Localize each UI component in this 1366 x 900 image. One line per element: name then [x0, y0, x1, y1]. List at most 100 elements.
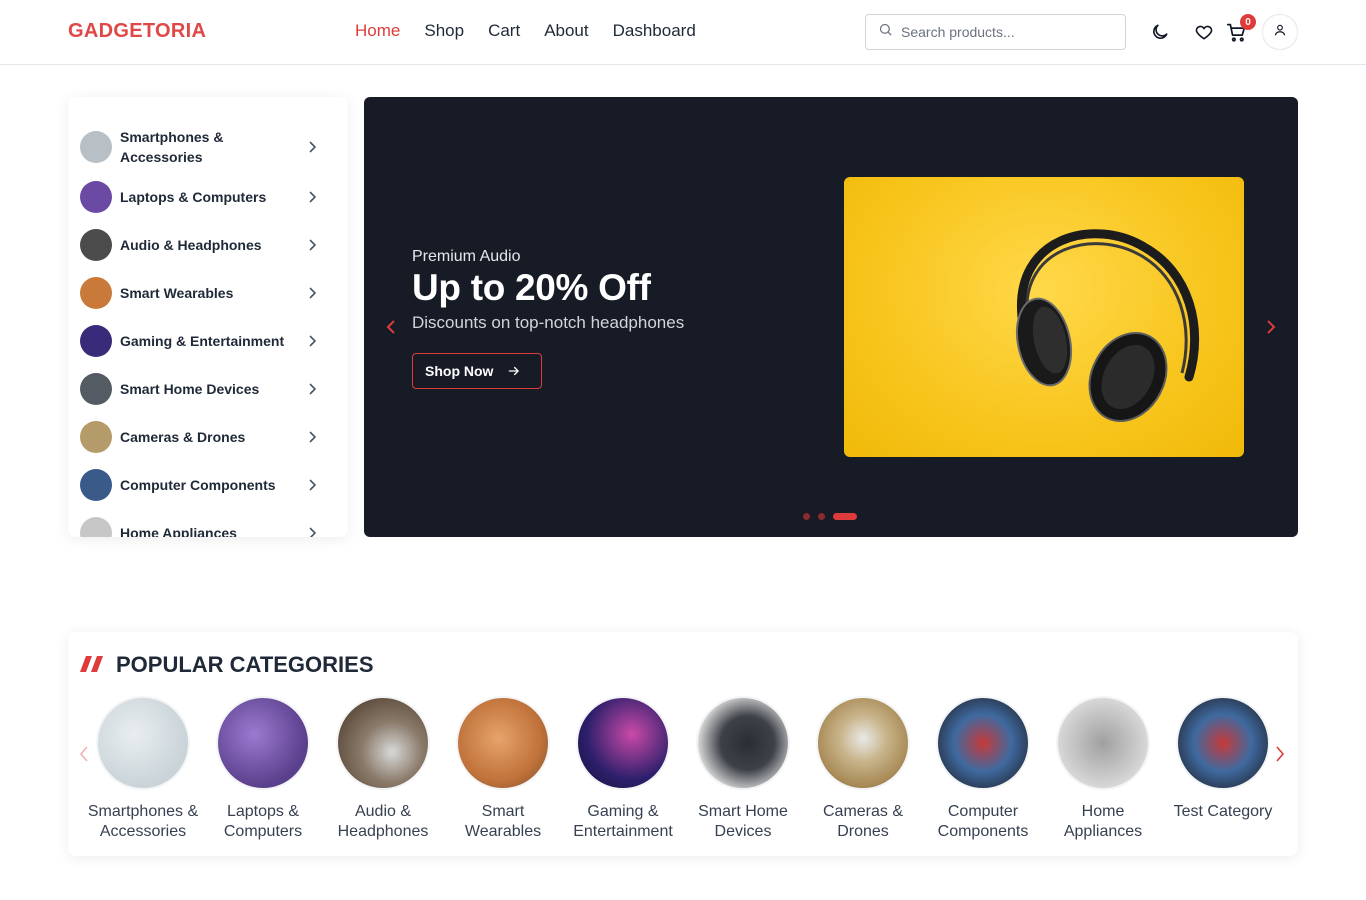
cart-count-badge: 0 — [1240, 14, 1256, 30]
user-account-button[interactable] — [1262, 14, 1298, 50]
arrow-right-icon — [509, 366, 520, 376]
double-slash-icon — [80, 656, 103, 672]
category-thumbnail — [80, 469, 112, 501]
sidebar-item-label: Smartphones & Accessories — [120, 129, 224, 165]
chevron-right-icon — [309, 239, 317, 251]
category-image — [1056, 696, 1150, 790]
category-image — [456, 696, 550, 790]
category-label: Computer Components — [937, 803, 1029, 840]
headphones-image — [844, 177, 1244, 457]
sidebar-item-label: Computer Components — [120, 477, 276, 493]
category-card[interactable]: Smartphones & Accessories — [83, 696, 203, 842]
category-image — [936, 696, 1030, 790]
search-icon — [878, 22, 893, 42]
search-box — [865, 14, 1126, 50]
sidebar-item-label: Cameras & Drones — [120, 429, 246, 445]
category-card[interactable]: Gaming & Entertainment — [563, 696, 683, 842]
previous-slide-button[interactable] — [384, 317, 398, 337]
search-input[interactable] — [901, 24, 1111, 40]
banner-headline: Up to 20% Off — [412, 267, 651, 308]
site-logo[interactable]: GADGETORIA — [68, 20, 206, 43]
sidebar-item-home-appliances[interactable]: Home Appliances — [80, 517, 336, 537]
chevron-right-icon — [309, 335, 317, 347]
category-label: Home Appliances — [1063, 803, 1143, 840]
sidebar-item-gaming[interactable]: Gaming & Entertainment — [80, 325, 336, 357]
category-label: Smart Wearables — [464, 803, 542, 840]
category-image — [96, 696, 190, 790]
sidebar-item-cameras[interactable]: Cameras & Drones — [80, 421, 336, 453]
category-thumbnail — [80, 421, 112, 453]
category-image — [576, 696, 670, 790]
category-thumbnail — [80, 325, 112, 357]
category-card[interactable]: Home Appliances — [1043, 696, 1163, 842]
sidebar-item-label: Audio & Headphones — [120, 237, 262, 253]
category-image — [336, 696, 430, 790]
slide-indicators — [803, 513, 865, 520]
category-image — [816, 696, 910, 790]
category-thumbnail — [80, 373, 112, 405]
chevron-right-icon — [309, 191, 317, 203]
chevron-right-icon — [309, 141, 317, 153]
sidebar-item-label: Laptops & Computers — [120, 189, 267, 205]
category-thumbnail — [80, 229, 112, 261]
category-card[interactable]: Smart Wearables — [443, 696, 563, 842]
banner-subline: Discounts on top-notch headphones — [412, 313, 685, 332]
carousel-next-button[interactable] — [1274, 744, 1286, 764]
hero-banner: Premium Audio Up to 20% Off Discounts on… — [364, 97, 1298, 537]
sidebar-item-label: Gaming & Entertainment — [120, 333, 285, 349]
nav-dashboard[interactable]: Dashboard — [613, 21, 696, 41]
chevron-right-icon — [309, 479, 317, 491]
category-card[interactable]: Smart Home Devices — [683, 696, 803, 842]
chevron-right-icon — [309, 527, 317, 537]
moon-icon[interactable] — [1148, 20, 1172, 44]
slide-dot-2[interactable] — [818, 513, 825, 520]
user-icon — [1273, 23, 1287, 42]
category-label: Smart Home Devices — [698, 803, 788, 840]
chevron-right-icon — [309, 431, 317, 443]
category-card[interactable]: Laptops & Computers — [203, 696, 323, 842]
category-thumbnail — [80, 181, 112, 213]
sidebar-item-smart-home[interactable]: Smart Home Devices — [80, 373, 336, 405]
category-thumbnail — [80, 277, 112, 309]
sidebar-item-components[interactable]: Computer Components — [80, 469, 336, 501]
heart-icon[interactable] — [1192, 20, 1216, 44]
category-image — [216, 696, 310, 790]
sidebar-item-label: Smart Wearables — [120, 285, 234, 301]
nav-about[interactable]: About — [544, 21, 588, 41]
nav-home[interactable]: Home — [355, 21, 400, 41]
sidebar-item-laptops[interactable]: Laptops & Computers — [80, 181, 336, 213]
category-card[interactable]: Test Category — [1163, 696, 1283, 822]
category-label: Smartphones & Accessories — [87, 803, 199, 840]
category-image — [696, 696, 790, 790]
main-nav: Home Shop Cart About Dashboard — [355, 21, 720, 41]
category-image — [1176, 696, 1270, 790]
category-label: Laptops & Computers — [223, 803, 303, 840]
category-card[interactable]: Audio & Headphones — [323, 696, 443, 842]
chevron-right-icon — [309, 383, 317, 395]
sidebar-item-audio[interactable]: Audio & Headphones — [80, 229, 336, 261]
sidebar-item-wearables[interactable]: Smart Wearables — [80, 277, 336, 309]
shop-now-button[interactable]: Shop Now — [412, 353, 542, 389]
sidebar-item-label: Smart Home Devices — [120, 381, 260, 397]
category-thumbnail — [80, 131, 112, 163]
shop-now-label: Shop Now — [425, 363, 494, 379]
headphones-illustration — [1015, 229, 1200, 422]
slide-dot-3-active[interactable] — [833, 513, 857, 520]
sidebar-item-label: Home Appliances — [120, 525, 237, 537]
sidebar-item-smartphones[interactable]: Smartphones & Accessories — [80, 127, 336, 167]
slide-dot-1[interactable] — [803, 513, 810, 520]
category-label: Audio & Headphones — [337, 803, 429, 840]
category-sidebar: Smartphones & Accessories Laptops & Comp… — [68, 97, 348, 537]
nav-shop[interactable]: Shop — [424, 21, 464, 41]
site-header: GADGETORIA Home Shop Cart About Dashboar… — [0, 0, 1366, 65]
section-title: POPULAR CATEGORIES — [116, 652, 374, 677]
next-slide-button[interactable] — [1264, 317, 1278, 337]
category-label: Cameras & Drones — [822, 803, 904, 840]
category-label: Gaming & Entertainment — [573, 803, 673, 840]
category-thumbnail — [80, 517, 112, 537]
category-card[interactable]: Cameras & Drones — [803, 696, 923, 842]
category-label: Test Category — [1173, 803, 1273, 820]
nav-cart[interactable]: Cart — [488, 21, 520, 41]
chevron-right-icon — [309, 287, 317, 299]
category-card[interactable]: Computer Components — [923, 696, 1043, 842]
